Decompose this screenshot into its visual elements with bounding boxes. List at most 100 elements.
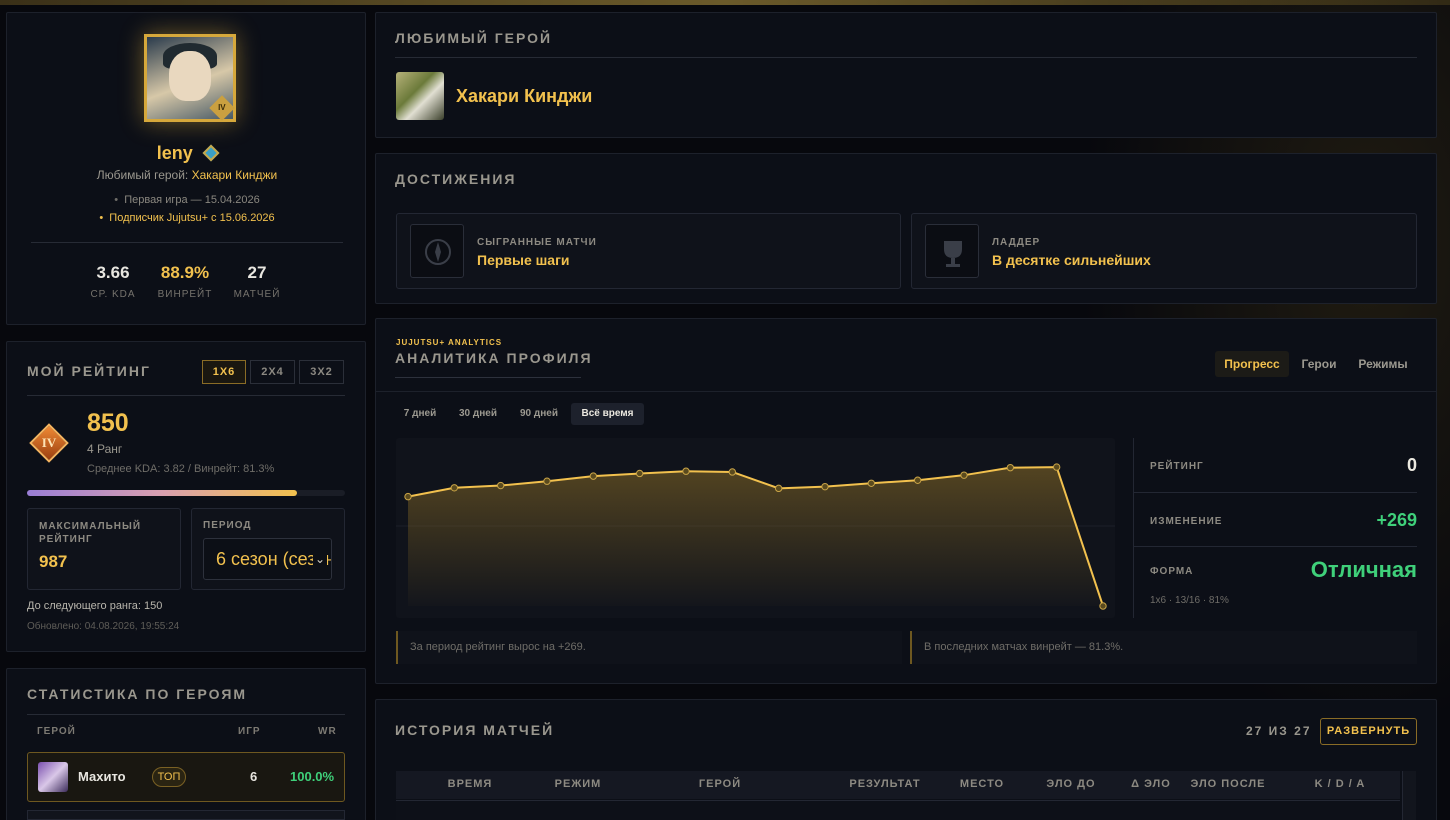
col-time: ВРЕМЯ bbox=[447, 778, 493, 790]
hero-games: 6 bbox=[250, 769, 258, 784]
rating-value: 850 bbox=[87, 409, 129, 437]
chart-point-14[interactable] bbox=[1052, 463, 1061, 471]
analytics-side-divider bbox=[1133, 438, 1134, 618]
form-kv-value: Отличная bbox=[1310, 557, 1417, 582]
analytics-kicker: JUJUTSU+ ANALYTICS bbox=[396, 338, 503, 347]
first-game-text: Первая игра — 15.04.2026 bbox=[124, 194, 260, 206]
max-rating-box: МАКСИМАЛЬНЫЙ РЕЙТИНГ 987 bbox=[27, 508, 181, 590]
col-mode: РЕЖИМ bbox=[554, 778, 602, 790]
chart-point-5[interactable] bbox=[635, 469, 644, 478]
chart-point-13[interactable] bbox=[1006, 463, 1015, 472]
hero-row-next bbox=[27, 810, 345, 820]
rating-kv-label: РЕЙТИНГ bbox=[1150, 461, 1204, 472]
period-select[interactable]: 6 сезон (сезон ⌄ bbox=[203, 538, 332, 580]
hero-col-header: ГЕРОЙ bbox=[37, 726, 76, 737]
insight-rating-growth: За период рейтинг вырос на +269. bbox=[396, 631, 902, 664]
match-history-title: ИСТОРИЯ МАТЧЕЙ bbox=[395, 722, 555, 738]
chart-point-12[interactable] bbox=[960, 471, 968, 479]
avatar-face bbox=[169, 51, 211, 101]
col-elo-before: ЭЛО ДО bbox=[1046, 778, 1096, 790]
rating-divider bbox=[27, 395, 345, 396]
insight-winrate: В последних матчах винрейт — 81.3%. bbox=[910, 631, 1417, 664]
range-all-time[interactable]: Всё время bbox=[571, 403, 644, 425]
mode-tab-3x2[interactable]: 3X2 bbox=[299, 360, 344, 384]
col-hero: ГЕРОЙ bbox=[698, 778, 742, 790]
kda-label: СР. KDA bbox=[90, 289, 136, 300]
profile-divider bbox=[31, 242, 343, 243]
rank-progress-fill bbox=[27, 490, 298, 496]
chart-point-11[interactable] bbox=[913, 476, 922, 484]
chart-point-6[interactable] bbox=[682, 467, 690, 475]
col-elo-after: ЭЛО ПОСЛЕ bbox=[1190, 778, 1266, 790]
achievement-played-matches[interactable]: СЫГРАННЫЕ МАТЧИ Первые шаги bbox=[396, 213, 901, 289]
chart-point-1[interactable] bbox=[450, 484, 459, 492]
favorite-hero-line: Любимый герой: Хакари Кинджи bbox=[7, 168, 367, 182]
rank-badge-icon: IV bbox=[209, 95, 235, 121]
chart-point-4[interactable] bbox=[589, 472, 598, 480]
scrollbar[interactable] bbox=[1402, 771, 1416, 820]
achievement-ladder[interactable]: ЛАДДЕР В десятке сильнейших bbox=[911, 213, 1417, 289]
top-badge: ТОП bbox=[152, 767, 186, 787]
range-30-days[interactable]: 30 дней bbox=[451, 403, 505, 425]
wr-col-header: WR bbox=[318, 726, 337, 737]
col-place: МЕСТО bbox=[959, 778, 1005, 790]
chart-point-15[interactable] bbox=[1099, 602, 1107, 610]
chart-point-10[interactable] bbox=[867, 479, 876, 487]
mode-tab-2x4[interactable]: 2X4 bbox=[250, 360, 295, 384]
period-label: ПЕРИОД bbox=[203, 520, 252, 531]
chart-point-0[interactable] bbox=[404, 492, 412, 501]
range-7-days[interactable]: 7 дней bbox=[397, 403, 443, 425]
hero-row[interactable]: Махито ТОП 6 100.0% bbox=[27, 752, 345, 802]
rating-title: МОЙ РЕЙТИНГ bbox=[27, 363, 151, 379]
favorite-hero-label: Любимый герой: bbox=[96, 168, 189, 182]
change-kv-value: +269 bbox=[1376, 510, 1417, 530]
achievement-label: СЫГРАННЫЕ МАТЧИ bbox=[477, 237, 597, 248]
mode-tab-1x6[interactable]: 1X6 bbox=[202, 360, 246, 384]
max-rating-value: 987 bbox=[39, 552, 68, 571]
bullet-icon: • bbox=[114, 194, 125, 206]
rank-progress-bar bbox=[27, 490, 345, 496]
chart-point-2[interactable] bbox=[496, 481, 505, 490]
achievement-label: ЛАДДЕР bbox=[992, 237, 1041, 248]
hero-stats-divider bbox=[27, 714, 345, 715]
games-col-header: ИГР bbox=[238, 726, 261, 737]
achievement-name: В десятке сильнейших bbox=[992, 252, 1151, 268]
updated-text: Обновлено: 04.08.2026, 19:55:24 bbox=[27, 621, 180, 632]
col-elo-delta: Δ ЭЛО bbox=[1131, 778, 1171, 790]
chart-point-9[interactable] bbox=[821, 482, 829, 491]
subscription-line: • Подписчик Jujutsu+ с 15.06.2026 bbox=[7, 212, 367, 224]
bullet-icon: • bbox=[99, 212, 110, 224]
profile-card: IV leny Любимый герой: Хакари Кинджи • П… bbox=[6, 12, 366, 325]
favorite-hero-link[interactable]: Хакари Кинджи bbox=[192, 168, 278, 182]
chart-area bbox=[408, 467, 1103, 606]
chart-point-7[interactable] bbox=[728, 468, 737, 476]
chart-point-3[interactable] bbox=[543, 477, 551, 485]
max-rating-label: МАКСИМАЛЬНЫЙ РЕЙТИНГ bbox=[39, 521, 142, 545]
tab-heroes[interactable]: Герои bbox=[1293, 351, 1345, 377]
winrate-label: ВИНРЕЙТ bbox=[157, 289, 213, 300]
subscription-text: Подписчик Jujutsu+ с 15.06.2026 bbox=[109, 212, 275, 224]
form-kv-sub: 1x6 · 13/16 · 81% bbox=[1150, 595, 1229, 606]
expand-button[interactable]: РАЗВЕРНУТЬ bbox=[1320, 718, 1417, 745]
first-game-line: • Первая игра — 15.04.2026 bbox=[7, 194, 367, 206]
achievements-title: ДОСТИЖЕНИЯ bbox=[395, 171, 517, 187]
rank-name: 4 Ранг bbox=[87, 442, 123, 456]
favorite-hero-title: ЛЮБИМЫЙ ГЕРОЙ bbox=[395, 30, 553, 46]
hero-avatar-mahito bbox=[38, 762, 68, 792]
tab-modes[interactable]: Режимы bbox=[1351, 351, 1415, 377]
favorite-hero-name[interactable]: Хакари Кинджи bbox=[456, 86, 592, 107]
range-90-days[interactable]: 90 дней bbox=[512, 403, 566, 425]
analytics-title-underline bbox=[395, 377, 581, 378]
gem-icon bbox=[202, 144, 220, 162]
achievement-name: Первые шаги bbox=[477, 252, 570, 268]
player-avatar[interactable]: IV bbox=[144, 34, 236, 122]
chevron-down-icon: ⌄ bbox=[313, 539, 327, 579]
tab-progress[interactable]: Прогресс bbox=[1215, 351, 1289, 377]
kda-value: 3.66 bbox=[96, 263, 130, 282]
change-kv-label: ИЗМЕНЕНИЕ bbox=[1150, 516, 1223, 527]
hero-name: Махито bbox=[78, 769, 126, 784]
next-rank-text: До следующего ранга: 150 bbox=[27, 600, 163, 612]
favorite-divider bbox=[395, 57, 1417, 58]
chart-point-8[interactable] bbox=[774, 484, 783, 493]
match-row-partial[interactable] bbox=[396, 800, 1400, 820]
